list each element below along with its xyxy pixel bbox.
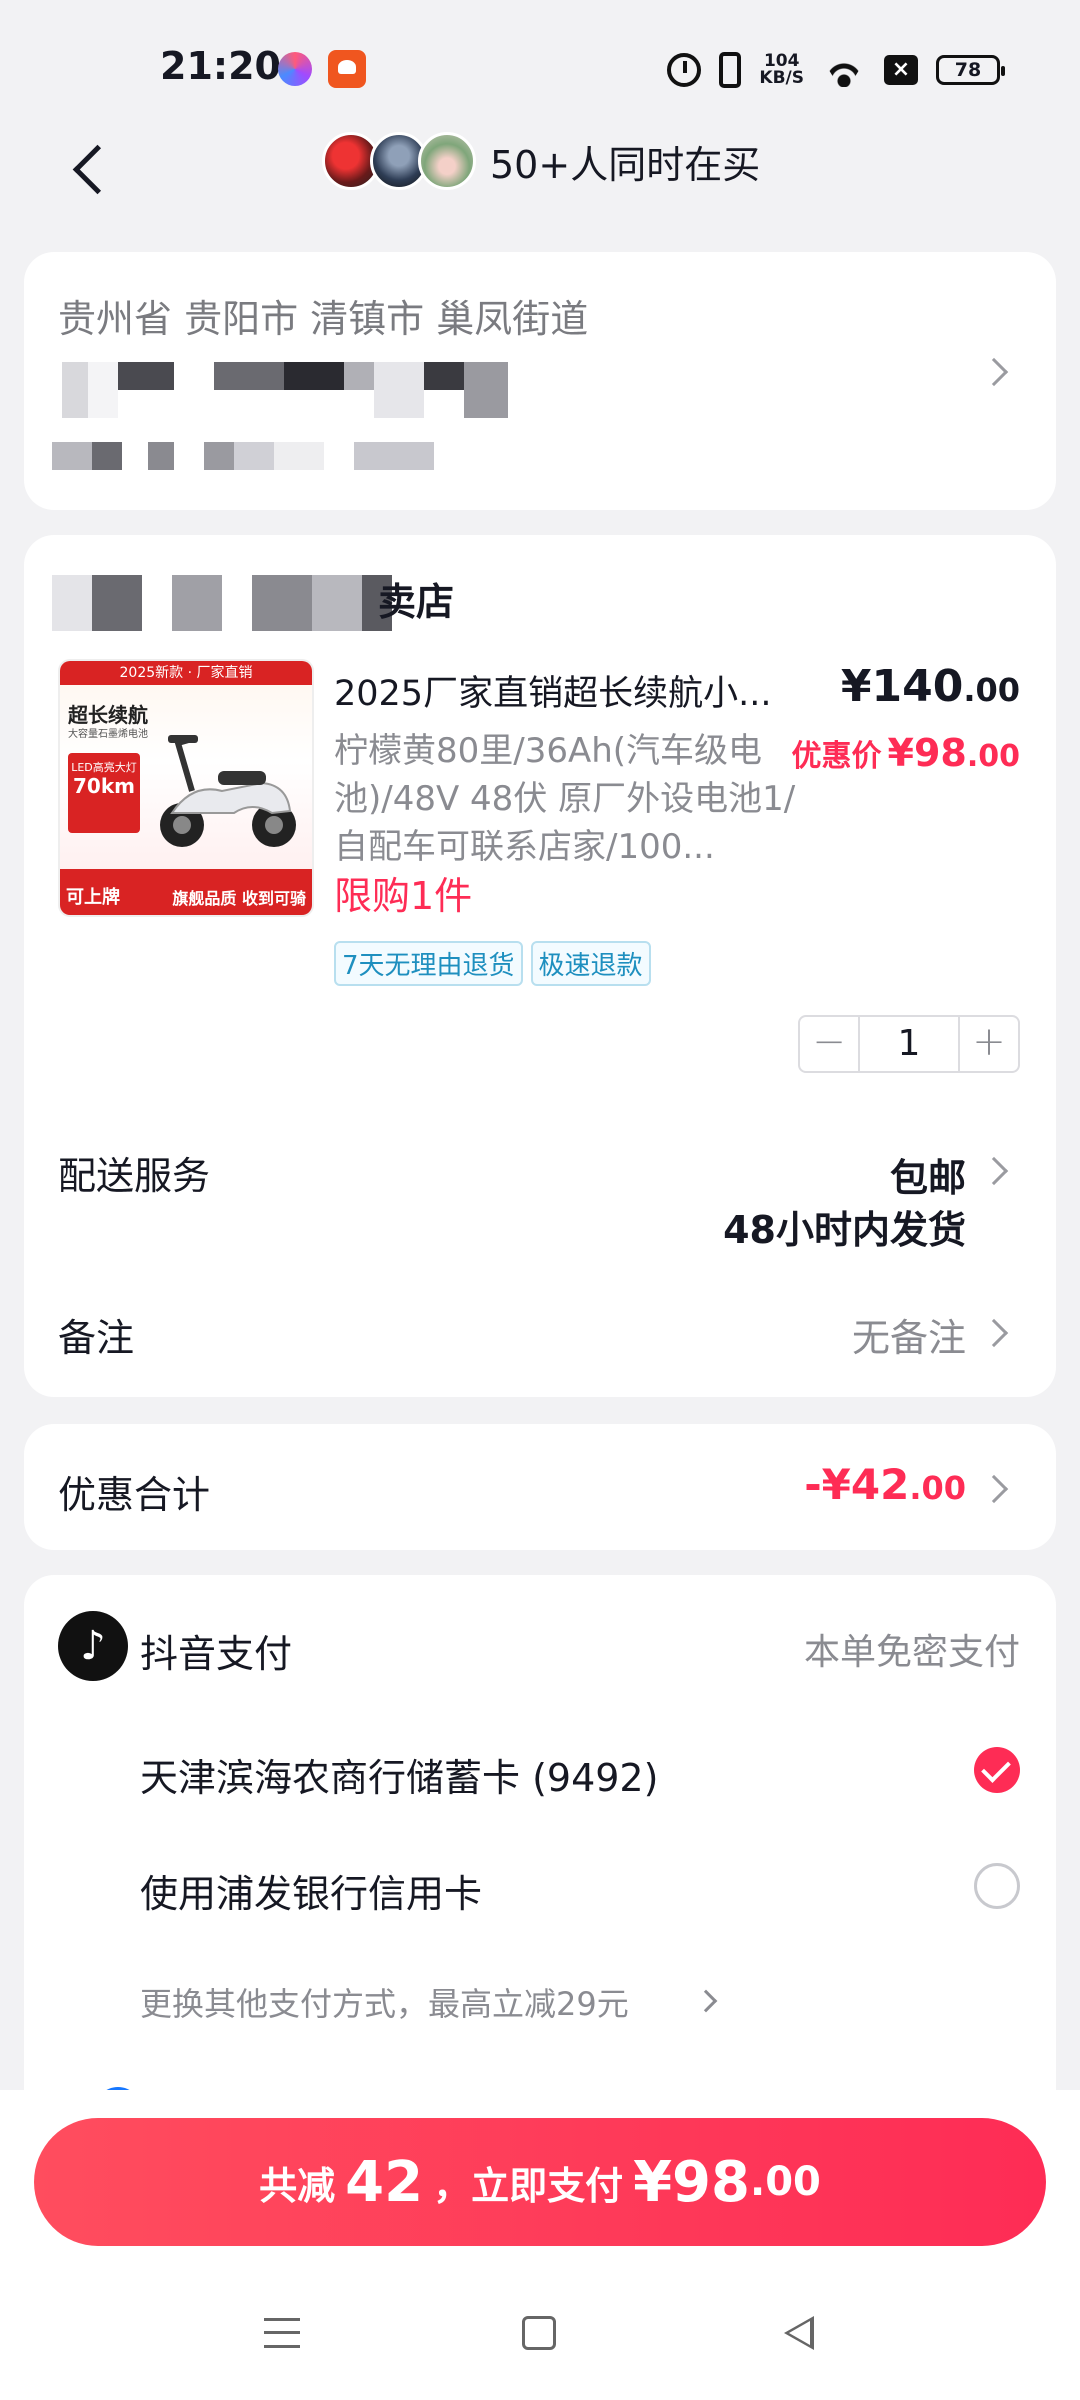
quantity-value[interactable]: 1 [858, 1017, 960, 1071]
remark-value[interactable]: 无备注 [852, 1307, 966, 1362]
radio-checked-icon[interactable] [974, 1747, 1020, 1793]
net-speed: 104 KB/S [759, 53, 804, 87]
image-led-badge: LED高亮大灯 70km [68, 753, 140, 833]
shop-name-redacted [52, 575, 402, 631]
tag-return: 7天无理由退货 [334, 941, 523, 986]
delivery-label: 配送服务 [58, 1154, 211, 1198]
chevron-right-icon[interactable] [979, 1156, 1009, 1186]
product-title[interactable]: 2025厂家直销超长续航小... [334, 665, 794, 716]
scooter-illustration [160, 735, 296, 847]
payment-option-credit[interactable]: 使用浦发银行信用卡 [140, 1863, 482, 1918]
discount-price-dec: .00 [966, 739, 1020, 774]
back-icon[interactable] [62, 138, 122, 202]
image-subtitle: 大容量石墨烯电池 [68, 729, 148, 740]
remark-label: 备注 [58, 1316, 135, 1360]
discount-price-label: 优惠价 [791, 739, 882, 774]
chevron-right-icon[interactable] [694, 1989, 718, 2013]
payment-card: ♪ 抖音支付 本单免密支付 天津滨海农商行储蓄卡 (9492) 使用浦发银行信用… [24, 1575, 1056, 2135]
pay-amount-dec: .00 [750, 2159, 821, 2205]
pay-saved-amount: 42 [345, 2149, 424, 2215]
discount-price-int: ¥98 [887, 731, 967, 775]
image-range: 70km [73, 774, 135, 798]
douyin-pay-icon: ♪ [58, 1611, 128, 1681]
image-bottom-right: 旗舰品质 收到可骑 [172, 889, 306, 908]
discount-total-value: -¥42.00 [804, 1460, 966, 1509]
battery-icon: 78 [936, 55, 1005, 85]
discount-price: 优惠价 ¥98.00 [792, 731, 1020, 775]
payment-title: 抖音支付 [140, 1632, 293, 1676]
price-dec: .00 [963, 671, 1020, 709]
order-card: 卖店 2025新款 · 厂家直销 超长续航 大容量石墨烯电池 LED高亮大灯 7… [24, 535, 1056, 1397]
discount-total-dec: .00 [909, 1469, 966, 1507]
contact-redacted [52, 442, 434, 470]
home-icon[interactable] [522, 2316, 556, 2350]
product-spec[interactable]: 柠檬黄80里/36Ah(汽车级电池)/48V 48伏 原厂外设电池1/自配车可联… [334, 727, 804, 871]
discount-total-int: -¥42 [804, 1460, 910, 1509]
pay-middle-text: ，立即支付 [433, 2163, 624, 2208]
payment-hint[interactable]: 本单免密支付 [804, 1623, 1020, 1675]
shop-name[interactable]: 卖店 [378, 571, 454, 626]
product-price: ¥140.00 [841, 661, 1020, 712]
payment-option-debit[interactable]: 天津滨海农商行储蓄卡 (9492) [140, 1747, 658, 1802]
chevron-right-icon [979, 357, 1009, 387]
bottom-bar: 共减 42 ，立即支付 ¥98 .00 [0, 2090, 1080, 2400]
vibrate-icon [719, 52, 742, 88]
radio-unchecked-icon[interactable] [974, 1863, 1020, 1909]
address-card[interactable]: 贵州省 贵阳市 清镇市 巢凤街道 [24, 252, 1056, 510]
pay-amount-int: ¥98 [633, 2149, 750, 2215]
menu-icon[interactable] [264, 2318, 300, 2348]
purchase-limit: 限购1件 [334, 874, 473, 918]
product-image[interactable]: 2025新款 · 厂家直销 超长续航 大容量石墨烯电池 LED高亮大灯 70km… [58, 659, 314, 917]
no-sim-icon: × [884, 55, 918, 85]
image-banner: 2025新款 · 厂家直销 [60, 661, 312, 685]
plus-button[interactable]: + [960, 1017, 1018, 1071]
alarm-icon [667, 53, 702, 87]
delivery-value[interactable]: 包邮 [890, 1147, 966, 1202]
chevron-right-icon[interactable] [979, 1318, 1009, 1348]
tag-refund: 极速退款 [530, 941, 651, 986]
quantity-stepper: − 1 + [798, 1015, 1020, 1073]
delivery-time: 48小时内发货 [723, 1208, 966, 1252]
pay-now-button[interactable]: 共减 42 ，立即支付 ¥98 .00 [34, 2118, 1046, 2246]
app-notification-icon [278, 52, 312, 86]
page-title: 50+人同时在买 [490, 142, 761, 187]
address-region: 贵州省 贵阳市 清镇市 巢凤街道 [58, 297, 589, 341]
status-time: 21:20 [160, 44, 281, 88]
image-bottom-left: 可上牌 [66, 887, 120, 908]
buyer-avatars [322, 132, 476, 190]
address-detail-redacted [62, 362, 508, 418]
header-center: 50+人同时在买 [322, 132, 760, 190]
image-led-text: LED高亮大灯 [71, 761, 137, 774]
price-int: ¥140 [840, 661, 964, 712]
minus-button[interactable]: − [800, 1017, 858, 1071]
service-tags: 7天无理由退货 极速退款 [334, 941, 651, 986]
image-title: 超长续航 [68, 703, 148, 727]
pay-prefix: 共减 [259, 2163, 336, 2208]
discount-total-label: 优惠合计 [58, 1473, 211, 1517]
chevron-right-icon [979, 1474, 1009, 1504]
net-speed-unit: KB/S [759, 68, 804, 88]
more-payment-methods[interactable]: 更换其他支付方式，最高立减29元 [140, 1979, 629, 2025]
back-nav-icon[interactable] [784, 2316, 814, 2350]
app-notification-icon [328, 50, 366, 88]
status-icons: 104 KB/S × 78 [667, 48, 1005, 92]
header: 50+人同时在买 [0, 120, 1080, 230]
wifi-icon [822, 53, 866, 87]
discount-card[interactable]: 优惠合计 -¥42.00 [24, 1424, 1056, 1550]
avatar [418, 132, 476, 190]
status-bar: 21:20 104 KB/S × 78 [0, 0, 1080, 120]
